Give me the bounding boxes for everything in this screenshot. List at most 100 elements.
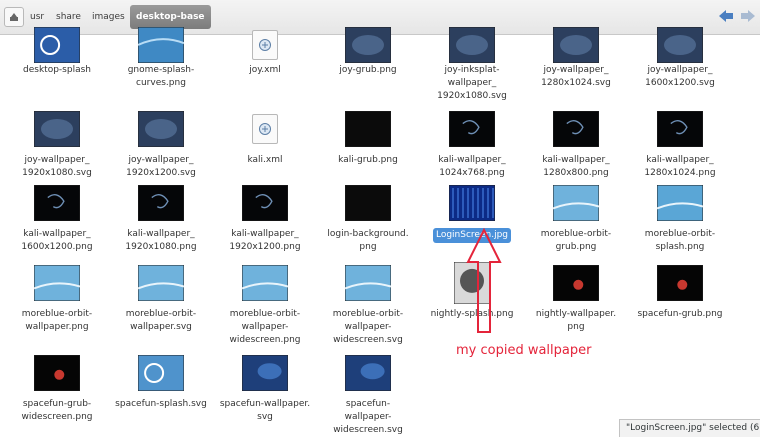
file-item[interactable]: gnome-splash- curves.png xyxy=(111,27,211,90)
image-thumbnail-icon xyxy=(34,265,80,301)
file-thumbnail xyxy=(449,27,495,63)
file-thumbnail xyxy=(34,352,80,394)
file-item[interactable]: moreblue-orbit- wallpaper- widescreen.pn… xyxy=(215,262,315,347)
file-item[interactable]: login-background. png xyxy=(318,182,418,254)
image-thumbnail-icon xyxy=(138,355,184,391)
file-thumbnail xyxy=(553,27,599,63)
image-thumbnail-icon xyxy=(449,111,495,147)
file-name-label: nightly-wallpaper. png xyxy=(535,309,617,332)
image-thumbnail-icon xyxy=(242,185,288,221)
file-name-label: joy-grub.png xyxy=(339,65,397,75)
file-item[interactable]: spacefun- wallpaper- widescreen.svg xyxy=(318,352,418,437)
file-name-label: gnome-splash- curves.png xyxy=(127,65,195,88)
file-thumbnail xyxy=(138,262,184,304)
file-item[interactable]: moreblue-orbit- splash.png xyxy=(630,182,730,254)
image-thumbnail-icon xyxy=(138,27,184,63)
file-thumbnail xyxy=(553,262,599,304)
image-thumbnail-icon xyxy=(657,111,703,147)
image-thumbnail-icon xyxy=(34,27,80,63)
annotation-text: my copied wallpaper xyxy=(456,343,592,358)
file-name-label: spacefun-wallpaper. svg xyxy=(219,399,311,422)
file-name-label: joy-wallpaper_ 1280x1024.svg xyxy=(541,65,611,88)
file-name-label: kali-wallpaper_ 1920x1080.png xyxy=(125,229,197,252)
file-item[interactable]: joy.xml xyxy=(215,30,315,77)
image-thumbnail-icon xyxy=(345,265,391,301)
image-thumbnail-icon xyxy=(138,265,184,301)
root-crumb-button[interactable] xyxy=(4,7,24,27)
file-thumbnail xyxy=(345,182,391,224)
file-item[interactable]: kali-wallpaper_ 1920x1200.png xyxy=(215,182,315,254)
image-thumbnail-icon xyxy=(242,355,288,391)
image-thumbnail-icon xyxy=(553,111,599,147)
image-thumbnail-icon xyxy=(657,265,703,301)
file-thumbnail xyxy=(449,108,495,150)
file-name-label: kali-wallpaper_ 1600x1200.png xyxy=(21,229,93,252)
back-arrow-icon[interactable] xyxy=(718,8,734,24)
file-name-label: joy-wallpaper_ 1920x1080.svg xyxy=(22,155,92,178)
file-thumbnail xyxy=(657,27,703,63)
file-name-label: moreblue-orbit- grub.png xyxy=(540,229,612,252)
file-thumbnail xyxy=(138,352,184,394)
file-item[interactable]: moreblue-orbit- grub.png xyxy=(526,182,626,254)
file-item[interactable]: spacefun-grub.png xyxy=(630,262,730,321)
file-item[interactable]: joy-inksplat- wallpaper_ 1920x1080.svg xyxy=(422,27,522,103)
file-thumbnail xyxy=(553,182,599,224)
file-thumbnail xyxy=(657,108,703,150)
file-item[interactable]: joy-wallpaper_ 1600x1200.svg xyxy=(630,27,730,90)
file-item[interactable]: joy-wallpaper_ 1280x1024.svg xyxy=(526,27,626,90)
file-item[interactable]: moreblue-orbit- wallpaper.png xyxy=(7,262,107,334)
file-thumbnail xyxy=(242,262,288,304)
file-name-label: moreblue-orbit- wallpaper- widescreen.pn… xyxy=(229,309,301,345)
drive-icon xyxy=(10,13,18,21)
file-item[interactable]: spacefun-wallpaper. svg xyxy=(215,352,315,424)
file-thumbnail xyxy=(138,182,184,224)
file-thumbnail xyxy=(242,182,288,224)
file-item[interactable]: joy-grub.png xyxy=(318,27,418,77)
crumb-desktop-base[interactable]: desktop-base xyxy=(130,5,211,29)
file-item[interactable]: moreblue-orbit- wallpaper- widescreen.sv… xyxy=(318,262,418,347)
crumb-usr[interactable]: usr xyxy=(24,7,50,27)
image-thumbnail-icon xyxy=(138,185,184,221)
file-item[interactable]: moreblue-orbit- wallpaper.svg xyxy=(111,262,211,334)
file-name-label: joy-wallpaper_ 1600x1200.svg xyxy=(645,65,715,88)
image-thumbnail-icon xyxy=(345,355,391,391)
xml-file-icon xyxy=(252,30,278,60)
file-item[interactable]: joy-wallpaper_ 1920x1200.svg xyxy=(111,108,211,180)
file-name-label: joy-inksplat- wallpaper_ 1920x1080.svg xyxy=(437,65,507,101)
file-thumbnail xyxy=(138,27,184,63)
file-item[interactable]: nightly-wallpaper. png xyxy=(526,262,626,334)
image-thumbnail-icon xyxy=(553,185,599,221)
file-thumbnail xyxy=(345,27,391,63)
image-thumbnail-icon xyxy=(34,185,80,221)
file-item[interactable]: kali-wallpaper_ 1280x1024.png xyxy=(630,108,730,180)
file-item[interactable]: kali-wallpaper_ 1600x1200.png xyxy=(7,182,107,254)
image-thumbnail-icon xyxy=(345,185,391,221)
file-item[interactable]: spacefun-grub- widescreen.png xyxy=(7,352,107,424)
image-thumbnail-icon xyxy=(553,27,599,63)
file-item[interactable]: kali-wallpaper_ 1280x800.png xyxy=(526,108,626,180)
file-name-label: joy.xml xyxy=(249,65,281,75)
file-thumbnail xyxy=(34,262,80,304)
file-item[interactable]: desktop-splash xyxy=(7,27,107,77)
crumb-share[interactable]: share xyxy=(50,7,87,27)
file-name-label: kali-wallpaper_ 1920x1200.png xyxy=(229,229,301,252)
forward-arrow-icon[interactable] xyxy=(740,8,756,24)
file-name-label: moreblue-orbit- wallpaper.svg xyxy=(125,309,197,332)
file-thumbnail xyxy=(252,30,278,60)
file-thumbnail xyxy=(449,182,495,224)
file-item[interactable]: kali.xml xyxy=(215,108,315,167)
status-bar: "LoginScreen.jpg" selected (6 xyxy=(619,419,760,437)
file-name-label: spacefun-grub- widescreen.png xyxy=(21,399,93,422)
file-item[interactable]: kali-wallpaper_ 1024x768.png xyxy=(422,108,522,180)
image-thumbnail-icon xyxy=(34,355,80,391)
file-item[interactable]: joy-wallpaper_ 1920x1080.svg xyxy=(7,108,107,180)
file-thumbnail xyxy=(657,262,703,304)
file-item[interactable]: kali-wallpaper_ 1920x1080.png xyxy=(111,182,211,254)
crumb-images[interactable]: images xyxy=(86,7,131,27)
file-thumbnail xyxy=(657,182,703,224)
file-item[interactable]: spacefun-splash.svg xyxy=(111,352,211,411)
file-thumbnail xyxy=(345,108,391,150)
file-name-label: spacefun-grub.png xyxy=(637,309,723,319)
file-item[interactable]: kali-grub.png xyxy=(318,108,418,167)
file-thumbnail xyxy=(345,262,391,304)
